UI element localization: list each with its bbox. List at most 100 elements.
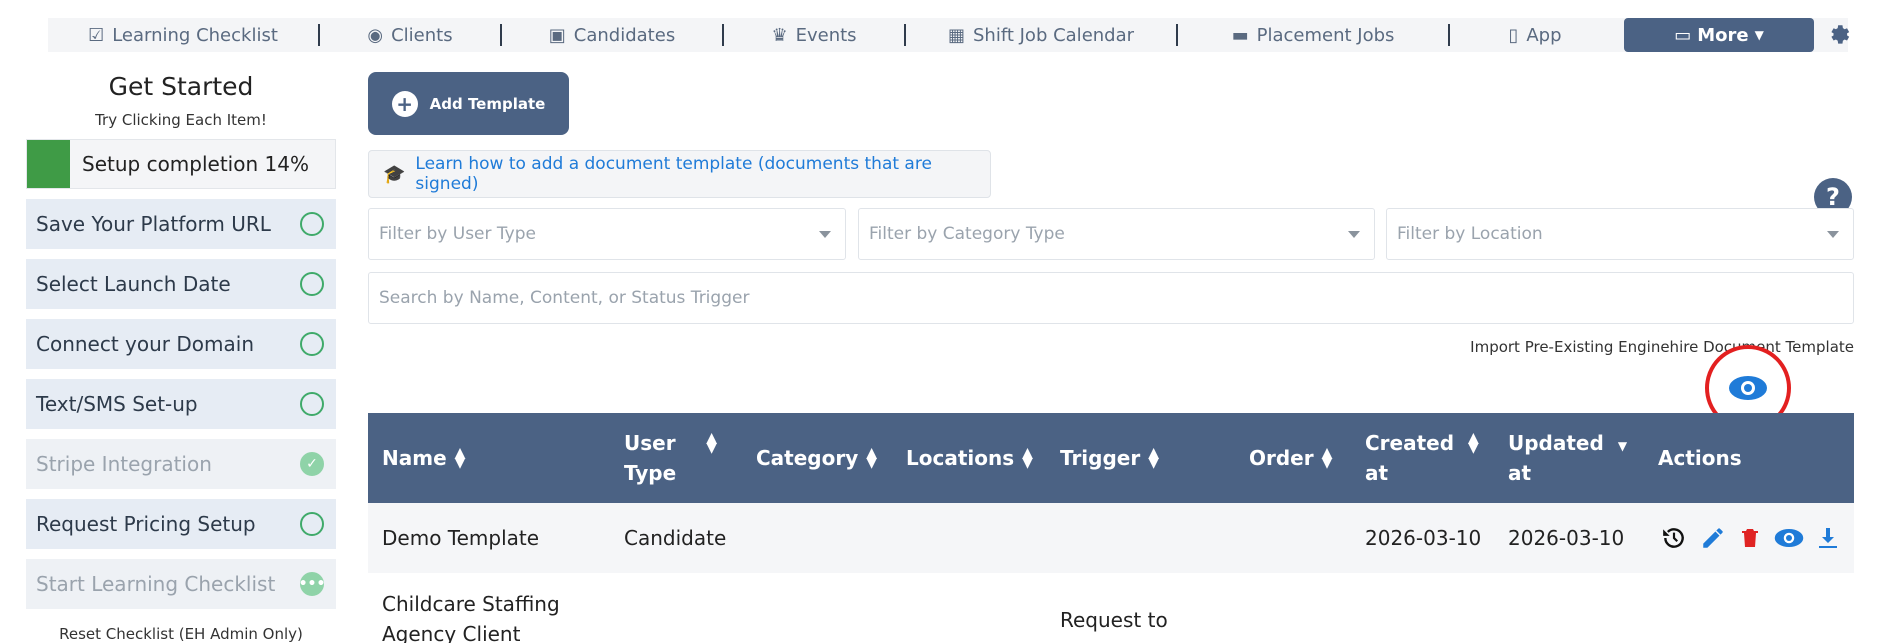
sort-icon: ▲ ▼ [1468,430,1479,456]
download-icon[interactable] [1816,525,1840,551]
header-label: Category [756,446,859,470]
table-row: Demo Template Candidate 2026-03-10 2026-… [368,503,1854,573]
plus-circle-icon: + [391,90,418,117]
col-trigger-header[interactable]: Trigger ▲ ▼ [1060,413,1159,503]
col-category-header[interactable]: Category ▲ ▼ [756,413,877,503]
nav-shift-job-calendar[interactable]: ▦ Shift Job Calendar [906,18,1176,52]
top-nav: ☑ Learning Checklist ◉ Clients ▣ Candida… [48,18,1848,52]
checklist-item-platform-url[interactable]: Save Your Platform URL [26,199,336,249]
search-input[interactable]: Search by Name, Content, or Status Trigg… [368,272,1854,324]
ellipsis-circle-icon: ••• [299,572,325,596]
more-menu-button[interactable]: ▭ More ▼ [1624,18,1814,52]
header-label: Order [1249,446,1314,470]
caret-down-icon [1827,230,1839,238]
trash-icon[interactable] [1738,525,1762,551]
palette-icon: ◉ [367,24,384,46]
caret-down-icon [819,230,831,238]
row-actions [1660,525,1840,551]
header-label: User [624,431,676,455]
header-label: Locations [906,446,1015,470]
nav-label: Clients [391,24,453,46]
nav-label: Events [795,24,857,46]
checklist-icon: ☑ [88,24,105,46]
header-label: Trigger [1060,446,1141,470]
cell-user-type: Candidate [624,526,727,550]
search-placeholder: Search by Name, Content, or Status Trigg… [379,288,750,308]
nav-candidates[interactable]: ▣ Candidates [502,18,722,52]
reset-checklist-link[interactable]: Reset Checklist (EH Admin Only) [26,625,336,643]
col-order-header[interactable]: Order ▲ ▼ [1249,413,1332,503]
col-name-header[interactable]: Name ▲ ▼ [382,413,465,503]
import-template-link[interactable]: Import Pre-Existing Enginehire Document … [1360,338,1854,356]
checklist-item-pricing[interactable]: Request Pricing Setup [26,499,336,549]
checklist-item-launch-date[interactable]: Select Launch Date [26,259,336,309]
getting-started-sidebar: Get Started Try Clicking Each Item! Setu… [26,66,336,643]
table-row: Childcare Staffing Agency Client Request… [368,573,1854,643]
nav-label: Shift Job Calendar [972,24,1135,46]
nav-label: App [1526,24,1562,46]
sort-icon: ▲ ▼ [706,430,717,456]
checklist-item-label: Stripe Integration [36,452,212,476]
checklist-item-label: Text/SMS Set-up [36,392,198,416]
nav-app[interactable]: ▯ App [1450,18,1620,52]
header-label: Type [624,461,677,485]
user-type-filter[interactable]: Filter by User Type [368,208,846,260]
checklist-item-label: Select Launch Date [36,272,231,296]
eye-icon [1729,376,1767,400]
edit-pencil-icon[interactable] [1700,525,1726,551]
trophy-icon: ♛ [771,24,788,46]
sort-icon: ▲ ▼ [1148,445,1160,471]
col-updated-header[interactable]: Updated at ▼ [1508,413,1627,503]
cell-name[interactable]: Childcare Staffing Agency Client [382,589,560,643]
checklist-item-label: Save Your Platform URL [36,212,271,236]
checklist-item-sms[interactable]: Text/SMS Set-up [26,379,336,429]
caret-down-icon [1348,230,1360,238]
sort-desc-icon: ▼ [1617,439,1628,453]
filter-placeholder: Filter by User Type [379,224,536,244]
cell-name-line: Childcare Staffing [382,592,560,616]
filter-placeholder: Filter by Category Type [869,224,1065,244]
message-icon: ▭ [1674,24,1692,46]
gear-icon[interactable] [1822,18,1856,52]
col-created-header[interactable]: Created at ▲ ▼ [1365,413,1479,503]
sidebar-title: Get Started [108,72,254,101]
filter-placeholder: Filter by Location [1397,224,1543,244]
help-label: ? [1826,183,1840,211]
checklist-item-label: Connect your Domain [36,332,254,356]
mobile-icon: ▯ [1508,24,1519,46]
checklist-item-stripe[interactable]: Stripe Integration ✓ [26,439,336,489]
checklist-item-learning[interactable]: Start Learning Checklist ••• [26,559,336,609]
sort-icon: ▲ ▼ [866,445,878,471]
circle-icon [300,272,324,296]
sort-icon: ▲ ▼ [454,445,466,471]
nav-label: Candidates [573,24,676,46]
cell-name-line: Agency Client [382,622,521,643]
col-user-type-header[interactable]: User Type ▲ ▼ [624,413,717,503]
sort-icon: ▲ ▼ [1321,445,1333,471]
checklist-item-label: Start Learning Checklist [36,572,276,596]
add-template-button[interactable]: + Add Template [368,72,569,135]
learn-document-template-link[interactable]: 🎓 Learn how to add a document template (… [368,150,991,198]
sort-icon: ▲ ▼ [1022,445,1033,471]
location-filter[interactable]: Filter by Location [1386,208,1854,260]
nav-learning-checklist[interactable]: ☑ Learning Checklist [48,18,318,52]
history-icon[interactable] [1660,525,1688,551]
checklist-item-domain[interactable]: Connect your Domain [26,319,336,369]
chevron-down-icon: ▼ [1754,28,1764,42]
check-circle-icon: ✓ [300,452,324,476]
circle-icon [300,392,324,416]
page: ☑ Learning Checklist ◉ Clients ▣ Candida… [0,0,1880,643]
nav-events[interactable]: ♛ Events [724,18,904,52]
nav-placement-jobs[interactable]: ▬ Placement Jobs [1178,18,1448,52]
briefcase-icon: ▬ [1231,24,1249,46]
circle-icon [300,332,324,356]
header-label: Updated [1508,431,1604,455]
more-label: More [1697,24,1749,46]
eye-icon[interactable] [1774,525,1804,551]
header-label: Actions [1658,446,1742,470]
category-filter[interactable]: Filter by Category Type [858,208,1375,260]
cell-name[interactable]: Demo Template [382,503,539,573]
nav-clients[interactable]: ◉ Clients [320,18,500,52]
col-locations-header[interactable]: Locations ▲ ▼ [906,413,1033,503]
header-label: at [1365,461,1389,485]
